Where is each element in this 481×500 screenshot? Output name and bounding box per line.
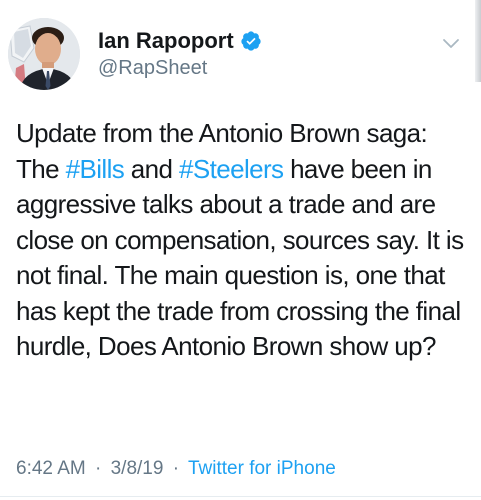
hashtag-steelers-link[interactable]: #Steelers — [179, 154, 284, 184]
tweet-time[interactable]: 6:42 AM — [16, 458, 86, 479]
tweet-card: Ian Rapoport @RapSheet Update from the A… — [0, 0, 481, 500]
tweet-metadata: 6:42 AM · 3/8/19 · Twitter for iPhone — [16, 458, 336, 480]
meta-separator: · — [95, 458, 102, 479]
tweet-source-link[interactable]: Twitter for iPhone — [188, 458, 336, 479]
verified-badge-icon — [240, 30, 262, 52]
chevron-down-icon — [443, 39, 459, 48]
meta-separator: · — [172, 458, 180, 479]
avatar[interactable] — [8, 18, 80, 90]
tweet-text: Update from the Antonio Brown saga: The … — [16, 116, 466, 365]
author-block[interactable]: Ian Rapoport @RapSheet — [98, 27, 418, 80]
display-name[interactable]: Ian Rapoport — [98, 28, 234, 54]
tweet-date[interactable]: 3/8/19 — [111, 458, 164, 479]
profile-photo-icon — [8, 18, 80, 90]
tweet-header: Ian Rapoport @RapSheet — [0, 0, 481, 100]
name-row: Ian Rapoport — [98, 27, 418, 55]
hashtag-bills-link[interactable]: #Bills — [66, 154, 125, 184]
tweet-menu-button[interactable] — [436, 34, 466, 54]
tweet-text-part-2: and — [124, 153, 179, 184]
divider — [0, 496, 481, 497]
tweet-text-part-3: have been in aggressive talks about a tr… — [16, 153, 464, 362]
user-handle[interactable]: @RapSheet — [98, 57, 418, 80]
